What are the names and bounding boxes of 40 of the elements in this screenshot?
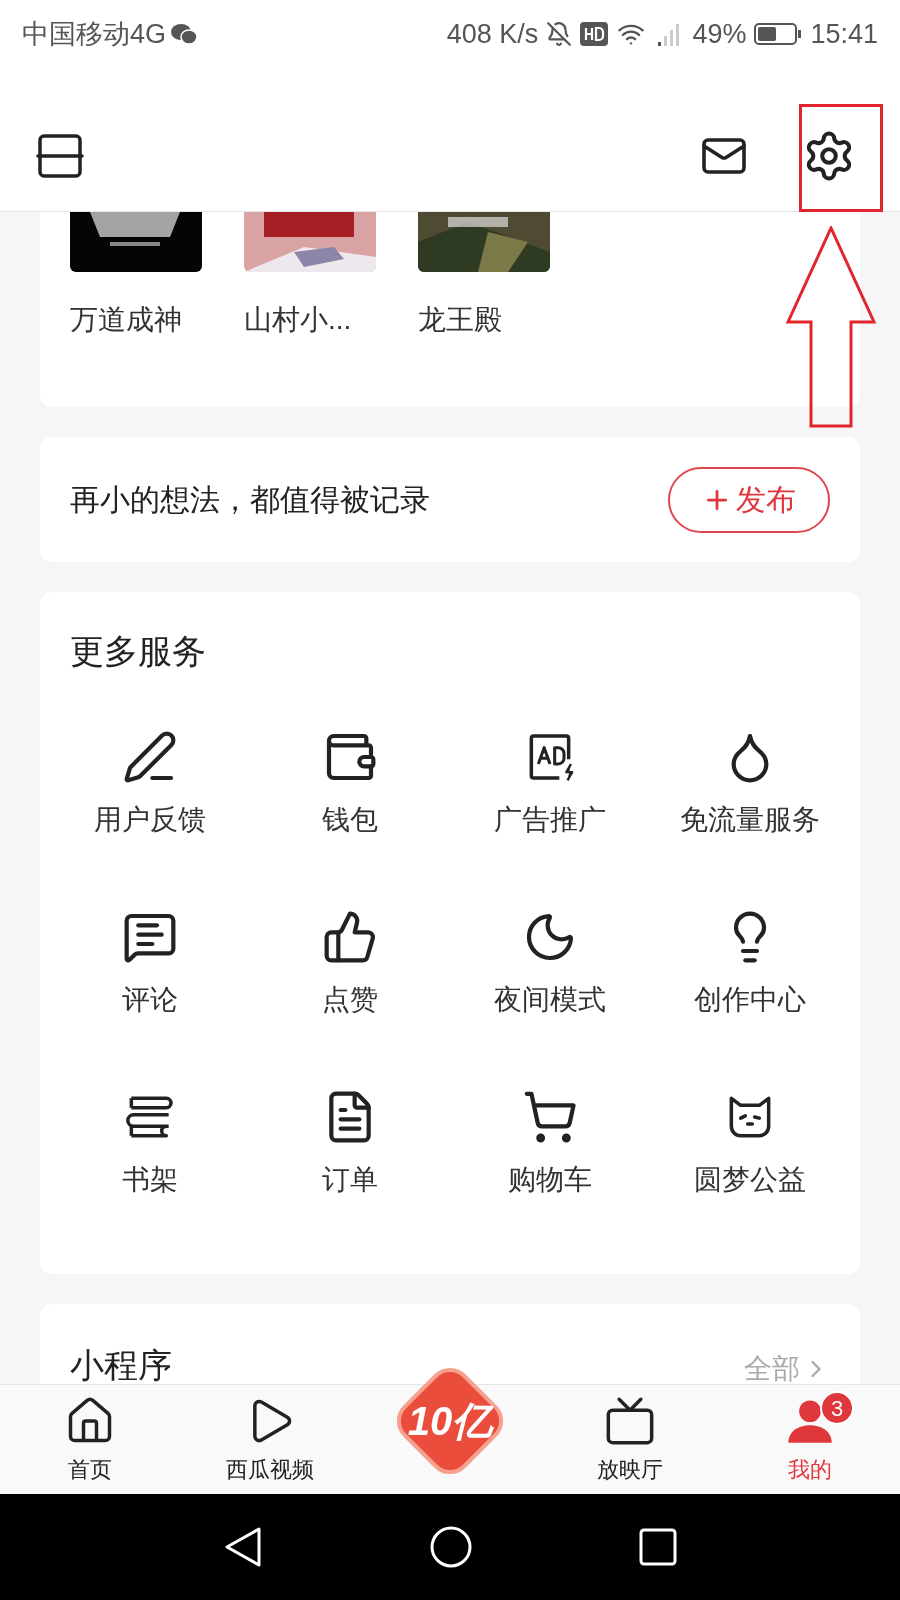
service-item[interactable]: 免流量服务: [650, 714, 850, 856]
nav-tab[interactable]: 西瓜视频: [180, 1385, 360, 1494]
book-item[interactable]: 龙王殿: [418, 212, 550, 407]
service-item[interactable]: 书架: [50, 1074, 250, 1216]
clock-time: 15:41: [810, 18, 878, 51]
service-item[interactable]: 订单: [250, 1074, 450, 1216]
service-item[interactable]: 圆梦公益: [650, 1074, 850, 1216]
section-title: 小程序: [70, 1348, 172, 1382]
tv-icon: [604, 1395, 656, 1447]
section-title: 更多服务: [70, 634, 207, 668]
service-item[interactable]: 评论: [50, 894, 250, 1036]
hd-icon: [580, 22, 609, 47]
network-speed: 408 K/s: [446, 18, 539, 51]
publish-prompt: 再小的想法，都值得被记录: [70, 482, 430, 518]
pen-icon: [122, 729, 178, 785]
recents-icon[interactable]: [638, 1528, 677, 1566]
nav-tab[interactable]: 我的 3: [720, 1385, 900, 1494]
thumbs-up-icon: [322, 909, 378, 965]
service-item[interactable]: 点赞: [250, 894, 450, 1036]
book-item[interactable]: 万道成神: [70, 212, 202, 407]
chat-bubbles-icon: [170, 22, 199, 47]
book-item[interactable]: 山村小...: [244, 212, 376, 407]
service-item[interactable]: 夜间模式: [450, 894, 650, 1036]
service-item[interactable]: 创作中心: [650, 894, 850, 1036]
carrier-text: 中国移动4G: [22, 18, 167, 51]
notification-badge: 3: [820, 1391, 854, 1425]
service-item[interactable]: 用户反馈: [50, 714, 250, 856]
nav-tab[interactable]: 首页: [0, 1385, 180, 1494]
battery-icon: [754, 22, 803, 47]
battery-percent: 49%: [692, 18, 747, 51]
mute-icon: [546, 21, 573, 48]
scan-button[interactable]: [36, 131, 84, 180]
service-item[interactable]: 广告推广: [450, 714, 650, 856]
cart-icon: [522, 1089, 578, 1145]
publish-button[interactable]: 发布: [668, 466, 830, 533]
service-item[interactable]: 钱包: [250, 714, 450, 856]
home-circle-icon[interactable]: [430, 1526, 472, 1568]
service-item[interactable]: 购物车: [450, 1074, 650, 1216]
nav-tab[interactable]: 放映厅: [540, 1385, 720, 1494]
back-icon[interactable]: [223, 1525, 264, 1569]
